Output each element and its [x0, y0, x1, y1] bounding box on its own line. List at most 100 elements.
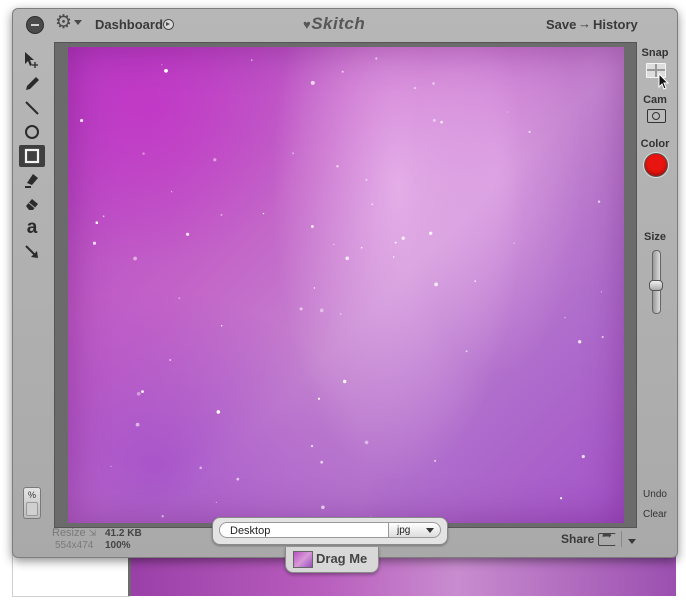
skitch-window: ⚙ Dashboard ♥Skitch Save → History a % S…	[12, 8, 678, 558]
star	[320, 460, 324, 464]
history-button[interactable]: History	[593, 17, 638, 32]
starfield	[80, 57, 604, 520]
dashboard-arrow-icon[interactable]	[163, 19, 174, 30]
drag-me-handle[interactable]: Drag Me	[285, 547, 379, 573]
star	[95, 221, 99, 224]
star	[161, 515, 164, 518]
star	[133, 256, 137, 261]
star	[220, 213, 223, 216]
save-button[interactable]: Save	[546, 17, 576, 32]
color-picker[interactable]	[644, 153, 668, 177]
arrow-icon	[25, 245, 38, 258]
star	[321, 505, 325, 510]
share-export-icon[interactable]	[598, 528, 616, 546]
star	[199, 466, 202, 470]
star	[142, 152, 145, 155]
star	[465, 350, 468, 353]
star	[434, 460, 436, 462]
star	[92, 241, 97, 245]
pen-tool[interactable]	[19, 73, 45, 95]
camera-button[interactable]	[647, 109, 666, 123]
text-tool[interactable]: a	[19, 217, 45, 239]
share-menu-chevron-icon[interactable]	[628, 539, 636, 544]
format-select[interactable]: jpg	[389, 522, 441, 538]
star	[371, 203, 374, 206]
pencil-icon	[26, 77, 39, 90]
resize-button[interactable]: Resize ⇲	[52, 527, 96, 539]
arrow-move-icon	[25, 52, 38, 68]
chevron-down-icon[interactable]	[74, 20, 82, 25]
star	[578, 340, 582, 344]
star	[434, 282, 438, 287]
star	[339, 313, 342, 315]
star	[169, 359, 172, 361]
star	[564, 316, 566, 319]
save-arrow-icon: →	[578, 16, 591, 31]
zoom-toggle[interactable]: %	[23, 487, 41, 519]
size-slider-knob[interactable]	[649, 279, 663, 291]
image-canvas[interactable]	[68, 47, 624, 523]
select-tool[interactable]	[19, 49, 45, 71]
star	[236, 477, 240, 481]
share-button[interactable]: Share	[561, 532, 594, 546]
star	[310, 444, 314, 448]
star	[313, 287, 316, 289]
file-info: 41.2 KB 100%	[105, 528, 142, 552]
star	[164, 68, 168, 73]
star	[360, 246, 363, 249]
star	[299, 307, 303, 311]
snap-label: Snap	[641, 47, 669, 59]
image-dimensions: 554x474	[55, 540, 94, 551]
canvas-frame	[54, 42, 637, 528]
rectangle-tool[interactable]	[19, 145, 45, 167]
chevron-down-icon	[426, 528, 434, 533]
star	[401, 236, 405, 240]
text-a-icon: a	[26, 217, 38, 238]
dashboard-button[interactable]: Dashboard	[95, 17, 163, 32]
star	[161, 64, 163, 66]
star	[292, 152, 295, 155]
star	[220, 324, 223, 327]
clear-button[interactable]: Clear	[635, 509, 675, 520]
star	[600, 291, 603, 293]
star	[432, 118, 436, 122]
background-window-white	[12, 552, 130, 597]
star	[251, 59, 253, 61]
ellipse-tool[interactable]	[19, 121, 45, 143]
app-logo: ♥Skitch	[303, 14, 366, 33]
line-tool[interactable]	[19, 97, 45, 119]
star	[513, 242, 515, 244]
highlighter-tool[interactable]	[19, 169, 45, 191]
star	[186, 232, 190, 236]
star	[171, 191, 173, 193]
star	[341, 70, 344, 73]
star	[343, 379, 347, 384]
star	[319, 308, 324, 313]
highlighter-icon	[25, 174, 38, 188]
star	[506, 111, 509, 113]
star	[215, 501, 217, 503]
eraser-tool[interactable]	[19, 193, 45, 215]
star	[375, 57, 378, 60]
star	[581, 454, 585, 459]
background-desktop-strip	[128, 552, 676, 596]
gear-icon[interactable]: ⚙	[55, 13, 72, 33]
mouse-cursor-icon	[658, 73, 670, 90]
destination-field[interactable]: Desktop	[219, 522, 389, 538]
star	[393, 256, 395, 258]
star	[333, 243, 335, 245]
resize-handle-icon: ⇲	[88, 528, 97, 538]
star	[317, 397, 321, 400]
zoom-level: 100%	[105, 540, 131, 551]
star	[80, 118, 84, 123]
eraser-icon	[26, 199, 38, 210]
undo-button[interactable]: Undo	[635, 489, 675, 500]
collapse-button[interactable]	[26, 16, 44, 34]
arrow-tool[interactable]	[19, 241, 45, 263]
rectangle-icon	[24, 148, 40, 164]
destination-bar: Desktop jpg	[212, 517, 448, 545]
star	[178, 297, 181, 300]
line-icon	[25, 101, 39, 115]
star	[136, 392, 141, 396]
star	[102, 215, 105, 218]
